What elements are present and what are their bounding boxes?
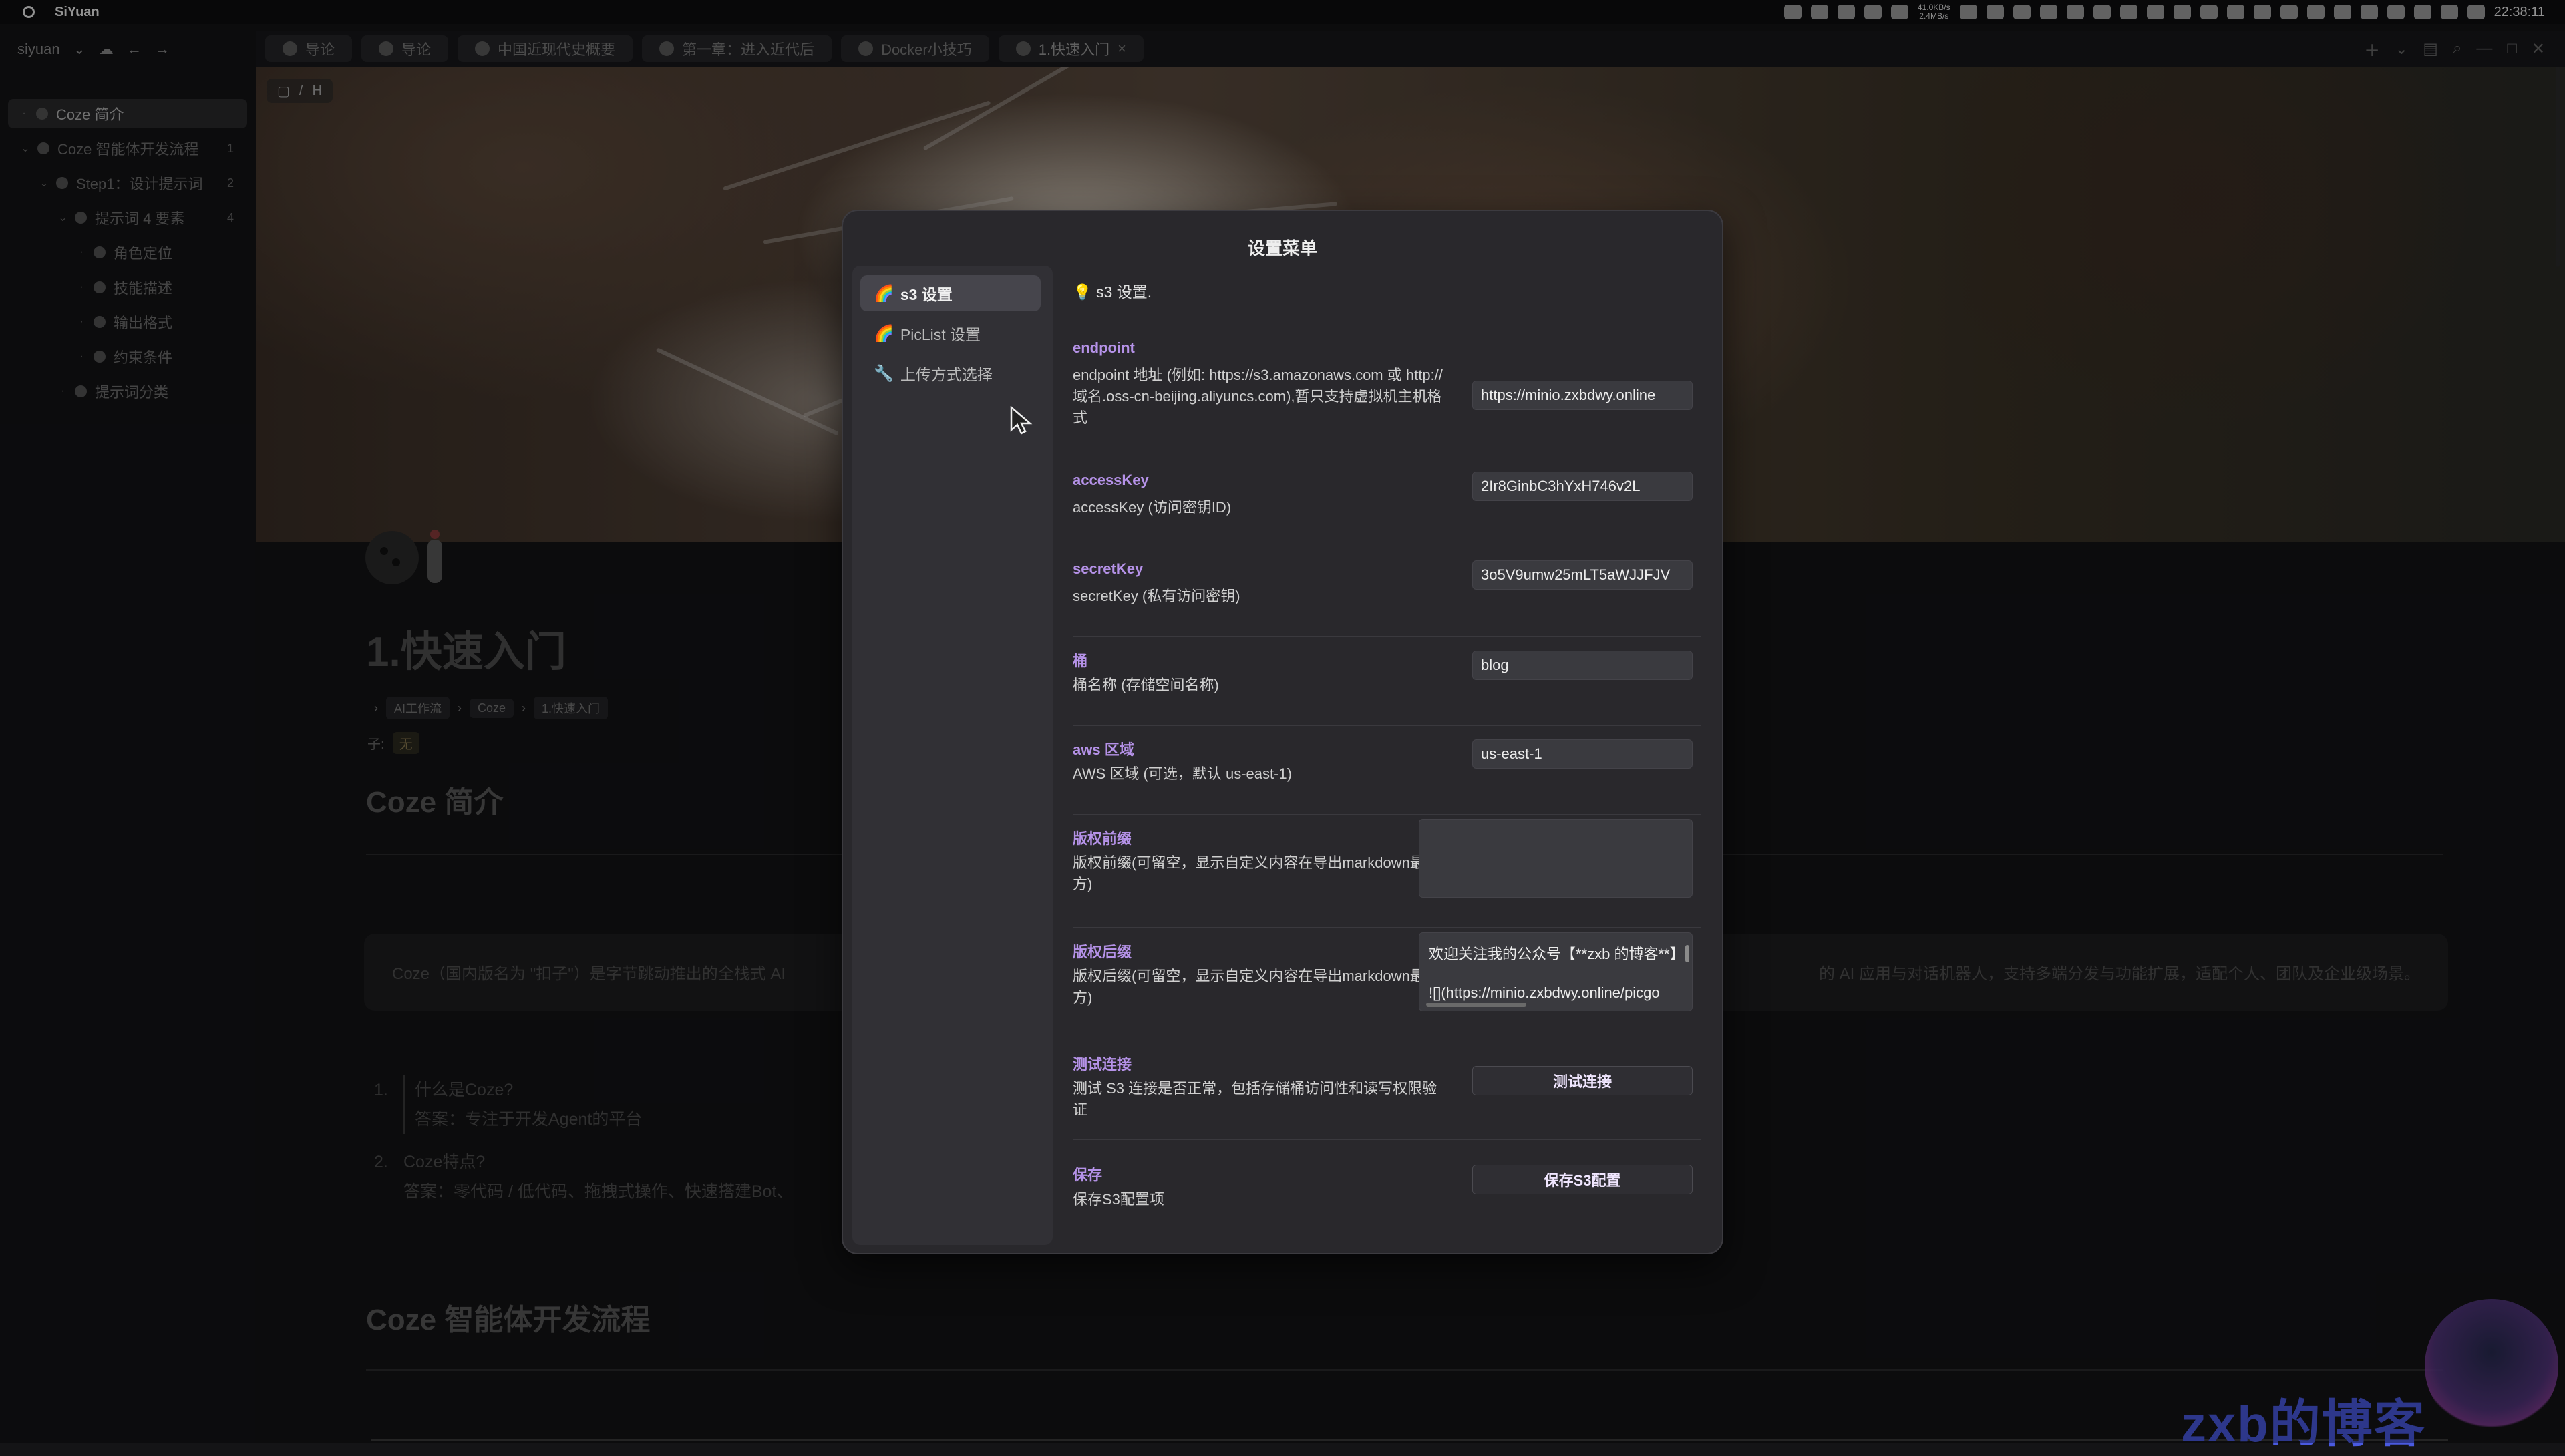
dialog-title: 设置菜单 xyxy=(1247,238,1317,258)
textarea-scrollbar[interactable] xyxy=(1426,1003,1526,1007)
settings-panel: 💡 s3 设置. endpoint endpoint 地址 (例如: https… xyxy=(1063,266,1711,1245)
setting-copyright-suffix: 版权后缀 版权后缀(可留空，显示自定义内容在导出markdown最下方) 欢迎关… xyxy=(1073,932,1701,1041)
settings-nav-label: 上传方式选择 xyxy=(900,366,993,383)
setting-label: 测试连接 xyxy=(1073,1056,1132,1073)
textarea-scrollbar[interactable] xyxy=(1685,945,1689,962)
wrench-icon: 🔧 xyxy=(874,364,894,383)
setting-description: AWS 区域 (可选，默认 us-east-1) xyxy=(1073,765,1292,782)
settings-dialog: 设置菜单 🌈 s3 设置 🌈 PicList 设置 🔧 上传方式选择 💡 s3 设置. e… xyxy=(842,210,1723,1254)
copyright-prefix-textarea[interactable] xyxy=(1419,819,1693,898)
setting-test-connection: 测试连接 测试 S3 连接是否正常，包括存储桶访问性和读写权限验证 测试连接 xyxy=(1073,1053,1701,1140)
region-input[interactable]: us-east-1 xyxy=(1472,739,1693,769)
setting-label: 保存 xyxy=(1073,1167,1103,1184)
setting-secret-key: secretKey secretKey (私有访问密钥) 3o5V9umw25m… xyxy=(1073,560,1701,637)
save-s3-config-button[interactable]: 保存S3配置 xyxy=(1472,1165,1693,1194)
settings-nav-item-3[interactable]: 🔧 上传方式选择 xyxy=(860,355,1041,391)
setting-label: aws 区域 xyxy=(1073,741,1134,758)
copyright-suffix-textarea[interactable]: 欢迎关注我的公众号【**zxb 的博客**】 ![](https://minio… xyxy=(1419,932,1693,1011)
setting-label: 版权后缀 xyxy=(1073,944,1132,960)
setting-label: accessKey xyxy=(1073,472,1149,488)
endpoint-input[interactable]: https://minio.zxbdwy.online xyxy=(1472,381,1693,410)
settings-nav-item-2[interactable]: 🌈 PicList 设置 xyxy=(860,315,1041,351)
mouse-cursor-icon xyxy=(1010,406,1033,435)
setting-description: accessKey (访问密钥ID) xyxy=(1073,499,1232,516)
panel-intro: 💡 s3 设置. xyxy=(1073,283,1152,301)
access-key-input[interactable]: 2Ir8GinbC3hYxH746v2L xyxy=(1472,472,1693,501)
setting-access-key: accessKey accessKey (访问密钥ID) 2Ir8GinbC3h… xyxy=(1073,472,1701,548)
setting-description: secretKey (私有访问密钥) xyxy=(1073,588,1240,604)
setting-description: 版权前缀(可留空，显示自定义内容在导出markdown最上方) xyxy=(1073,854,1439,892)
setting-label: secretKey xyxy=(1073,560,1144,577)
setting-copyright-prefix: 版权前缀 版权前缀(可留空，显示自定义内容在导出markdown最上方) xyxy=(1073,819,1701,928)
setting-save: 保存 保存S3配置项 保存S3配置 xyxy=(1073,1163,1701,1230)
settings-nav-label: PicList 设置 xyxy=(900,326,981,343)
setting-description: 保存S3配置项 xyxy=(1073,1191,1164,1208)
setting-description: 桶名称 (存储空间名称) xyxy=(1073,677,1219,693)
bucket-input[interactable]: blog xyxy=(1472,651,1693,680)
setting-description: 测试 S3 连接是否正常，包括存储桶访问性和读写权限验证 xyxy=(1073,1080,1437,1118)
setting-description: 版权后缀(可留空，显示自定义内容在导出markdown最下方) xyxy=(1073,968,1439,1006)
setting-endpoint: endpoint endpoint 地址 (例如: https://s3.ama… xyxy=(1073,339,1701,460)
rainbow-icon: 🌈 xyxy=(874,324,894,343)
setting-label: 版权前缀 xyxy=(1073,830,1132,847)
secret-key-input[interactable]: 3o5V9umw25mLT5aWJJFJV xyxy=(1472,560,1693,590)
setting-bucket: 桶 桶名称 (存储空间名称) blog xyxy=(1073,649,1701,726)
setting-label: 桶 xyxy=(1073,653,1088,669)
setting-description: endpoint 地址 (例如: https://s3.amazonaws.co… xyxy=(1073,367,1443,426)
settings-nav-label: s3 设置 xyxy=(900,286,953,303)
rainbow-icon: 🌈 xyxy=(874,284,894,303)
test-connection-button[interactable]: 测试连接 xyxy=(1472,1066,1693,1095)
setting-region: aws 区域 AWS 区域 (可选，默认 us-east-1) us-east-… xyxy=(1073,738,1701,815)
settings-nav-item-1[interactable]: 🌈 s3 设置 xyxy=(860,275,1041,311)
suffix-line-1: 欢迎关注我的公众号【**zxb 的博客**】 xyxy=(1429,946,1685,962)
setting-label: endpoint xyxy=(1073,339,1135,356)
